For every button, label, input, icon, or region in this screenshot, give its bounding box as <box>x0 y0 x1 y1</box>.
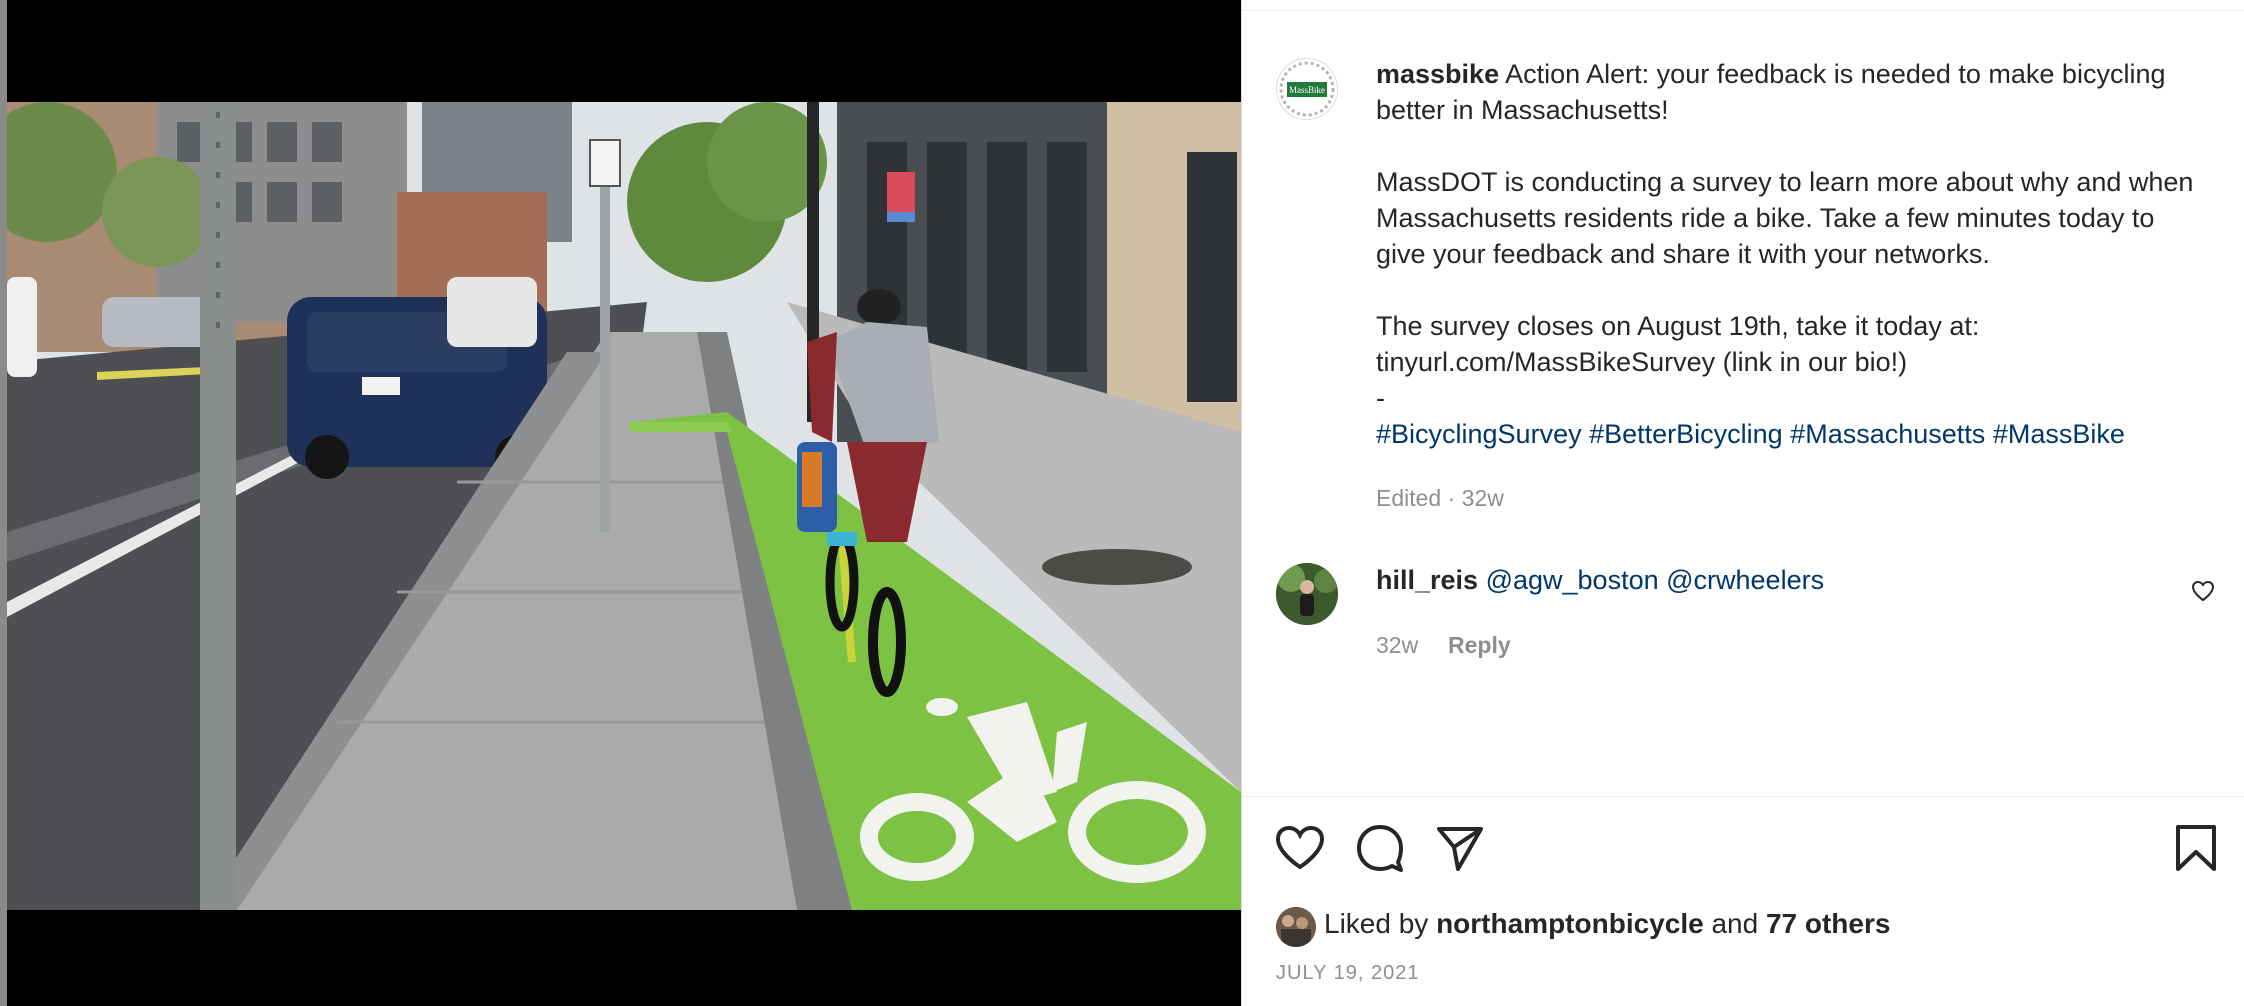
post-media[interactable] <box>7 0 1241 1006</box>
likes-prefix: Liked by <box>1324 908 1429 939</box>
divider <box>1242 10 2244 11</box>
likes-and: and <box>1711 908 1759 939</box>
reply-button[interactable]: Reply <box>1448 632 1511 659</box>
likes-others[interactable]: 77 others <box>1766 908 1891 939</box>
post-photo <box>7 102 1241 910</box>
window-edge <box>0 0 7 1006</box>
caption-paragraph: MassDOT is conducting a survey to learn … <box>1376 167 2194 269</box>
bookmark-icon[interactable] <box>2170 822 2222 874</box>
post-meta: Edited · 32w <box>1376 485 1504 511</box>
post-date: JULY 19, 2021 <box>1276 962 1420 984</box>
share-icon[interactable] <box>1434 822 1486 874</box>
post-username[interactable]: massbike <box>1376 59 1499 89</box>
hashtag-link[interactable]: #MassBike <box>1993 419 2125 449</box>
hill-reis-avatar[interactable] <box>1276 563 1338 625</box>
massbike-avatar[interactable]: MassBike <box>1276 58 1338 120</box>
liker-avatar[interactable] <box>1276 907 1316 947</box>
caption-dash: - <box>1376 383 1385 413</box>
likes-summary: Liked by northamptonbicycle and 77 other… <box>1324 904 1890 944</box>
mention-link[interactable]: @crwheelers <box>1666 565 1824 595</box>
post-caption: massbike Action Alert: your feedback is … <box>1376 56 2206 452</box>
comment-like-heart-icon[interactable] <box>2191 579 2215 603</box>
mention-link[interactable]: @agw_boston <box>1486 565 1659 595</box>
heart-icon[interactable] <box>1274 822 1326 874</box>
hashtag-link[interactable]: #BicyclingSurvey <box>1376 419 1582 449</box>
caption-link-line: tinyurl.com/MassBikeSurvey (link in our … <box>1376 347 1908 377</box>
liker-username[interactable]: northamptonbicycle <box>1436 908 1704 939</box>
comment-text: hill_reis @agw_boston @crwheelers <box>1376 562 2136 598</box>
comment-username[interactable]: hill_reis <box>1376 565 1478 595</box>
divider <box>1242 796 2244 797</box>
comment-time: 32w <box>1376 632 1419 658</box>
comment-icon[interactable] <box>1354 822 1406 874</box>
avatar-label: MassBike <box>1289 85 1325 95</box>
post-panel: MassBike massbike Action Alert: your fee… <box>1241 0 2244 1006</box>
hashtag-link[interactable]: #BetterBicycling <box>1589 419 1783 449</box>
hashtag-link[interactable]: #Massachusetts <box>1790 419 1985 449</box>
caption-survey-line: The survey closes on August 19th, take i… <box>1376 311 1980 341</box>
